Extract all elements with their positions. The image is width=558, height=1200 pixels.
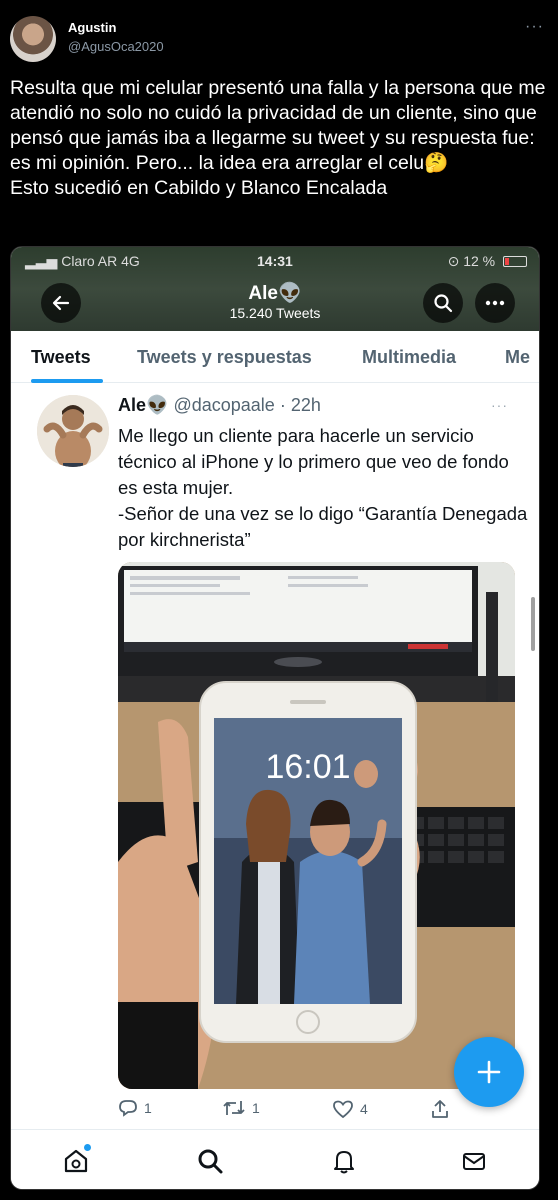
search-button[interactable] (423, 283, 463, 323)
tab-multimedia[interactable]: Multimedia (362, 347, 456, 368)
share-button[interactable] (430, 1099, 450, 1119)
search-icon (198, 1149, 223, 1174)
inner-tweet-header: Ale👽 @dacopaale · 22h (118, 395, 321, 416)
inner-author-handle[interactable]: @dacopaale (173, 395, 274, 415)
tweet-actions: 1 1 4 (118, 1099, 458, 1125)
scrollbar[interactable] (531, 597, 535, 651)
heart-icon (333, 1100, 353, 1119)
inner-tweet-text: Me llego un cliente para hacerle un serv… (118, 425, 528, 550)
tweet-photo[interactable]: 16:01 (118, 562, 515, 1089)
retweet-button[interactable]: 1 (222, 1099, 260, 1117)
nav-search[interactable] (193, 1144, 227, 1178)
inner-author-name[interactable]: Ale👽 (118, 395, 168, 415)
outer-tweet-header: Agustin @AgusOca2020 ··· (10, 16, 550, 66)
location-icon: ⊙ (447, 253, 460, 269)
network-label: 4G (121, 253, 140, 269)
reply-icon (119, 1100, 137, 1117)
retweet-icon (223, 1101, 245, 1115)
reply-button[interactable]: 1 (118, 1099, 152, 1117)
author-handle[interactable]: @AgusOca2020 (68, 39, 164, 54)
avatar-photo (37, 395, 109, 467)
inner-avatar[interactable] (37, 395, 109, 467)
notification-dot (84, 1144, 91, 1151)
status-bar: ▂▃▅ Claro AR 4G 14:31 ⊙ 12 % (11, 251, 539, 273)
signal-icon: ▂▃▅ (25, 253, 58, 269)
tab-tweets[interactable]: Tweets (31, 347, 91, 368)
reply-count: 1 (144, 1100, 152, 1116)
attached-screenshot[interactable]: ▂▃▅ Claro AR 4G 14:31 ⊙ 12 % Ale👽 15.240… (10, 246, 540, 1190)
more-dots-icon[interactable]: ··· (525, 18, 544, 36)
bell-icon (334, 1151, 354, 1174)
status-time: 14:31 (257, 253, 293, 269)
nav-home[interactable] (59, 1144, 93, 1178)
tab-tweets-y-respuestas[interactable]: Tweets y respuestas (137, 347, 312, 368)
inner-tweet-time: · 22h (279, 395, 321, 415)
author-name[interactable]: Agustin (68, 20, 116, 35)
share-icon (432, 1100, 448, 1118)
more-button[interactable] (475, 283, 515, 323)
tab-me[interactable]: Me (505, 347, 530, 368)
search-icon (434, 294, 453, 313)
profile-tabs: Tweets Tweets y respuestas Multimedia Me (11, 331, 539, 383)
plus-icon (477, 1060, 501, 1084)
inner-more-icon[interactable]: ··· (491, 397, 508, 413)
bottom-navigation (11, 1129, 539, 1189)
more-dots-icon (485, 300, 505, 306)
battery-icon (503, 256, 527, 267)
home-icon (64, 1149, 88, 1173)
battery-label: 12 % (463, 253, 496, 269)
active-tab-indicator (31, 379, 103, 383)
nav-messages[interactable] (457, 1144, 491, 1178)
like-count: 4 (360, 1101, 368, 1117)
like-button[interactable]: 4 (332, 1099, 368, 1119)
profile-header-banner: ▂▃▅ Claro AR 4G 14:31 ⊙ 12 % Ale👽 15.240… (11, 247, 539, 331)
retweet-count: 1 (252, 1100, 260, 1116)
nav-notifications[interactable] (327, 1144, 361, 1178)
compose-tweet-button[interactable] (454, 1037, 524, 1107)
avatar[interactable] (10, 16, 56, 62)
mail-icon (463, 1153, 485, 1170)
phone-clock: 16:01 (265, 748, 350, 786)
carrier-label: Claro AR (61, 253, 118, 269)
photo-image: 16:01 (118, 562, 515, 1089)
tweet-text: Resulta que mi celular presentó una fall… (10, 77, 546, 199)
